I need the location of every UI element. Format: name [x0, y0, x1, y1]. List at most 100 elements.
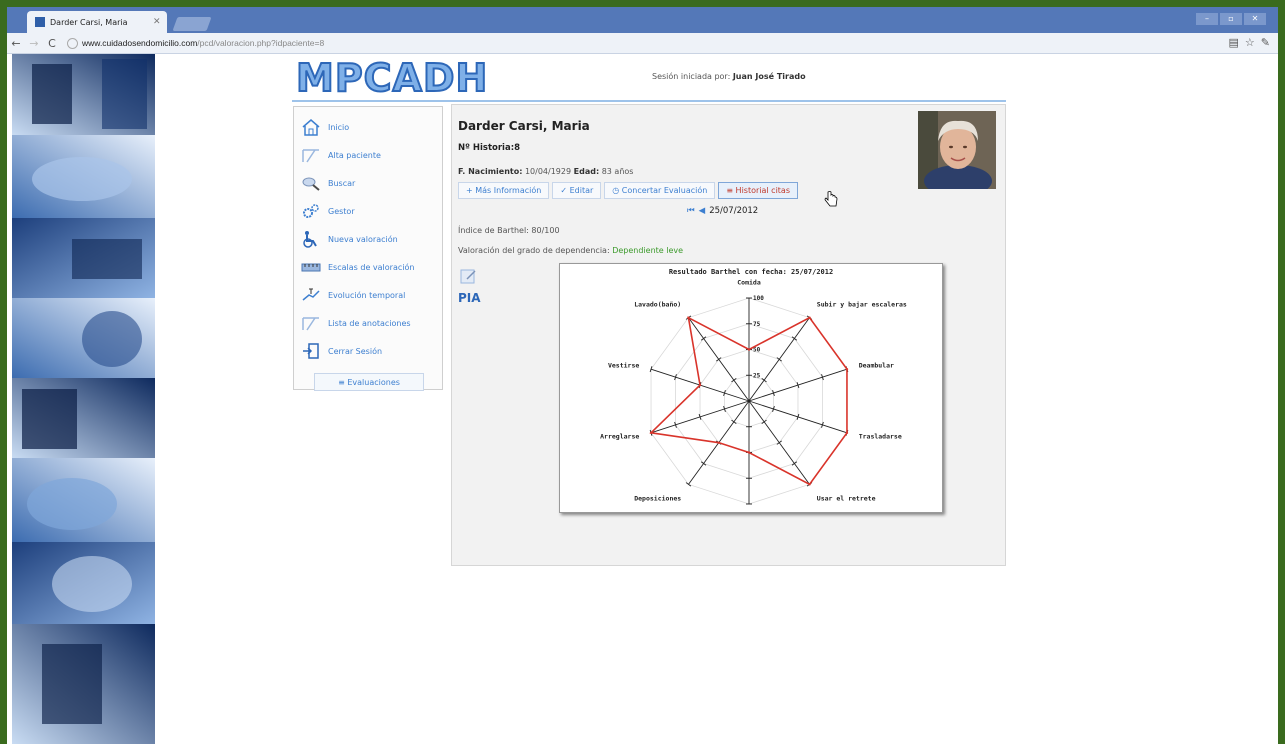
- menu-item-label: Gestor: [328, 206, 355, 216]
- birth-value: 10/04/1929: [524, 167, 572, 176]
- address-bar[interactable]: www.cuidadosendomicilio.com /pcd/valorac…: [67, 37, 325, 49]
- category-label: Comida: [737, 279, 761, 287]
- menu-item-cerrar-sesion[interactable]: Cerrar Sesión: [294, 337, 442, 365]
- menu-item-buscar[interactable]: Buscar: [294, 169, 442, 197]
- edit-button[interactable]: ✓ Editar: [552, 182, 602, 199]
- evaluation-date: 25/07/2012: [709, 206, 759, 216]
- scale-icon: [300, 258, 322, 276]
- menu-item-escalas[interactable]: Escalas de valoración: [294, 253, 442, 281]
- axis-tick: [791, 461, 798, 466]
- menu-item-label: Escalas de valoración: [328, 262, 415, 272]
- barthel-index: Índice de Barthel: 80/100: [458, 226, 560, 235]
- axis-tick: [731, 378, 737, 383]
- url-host: www.cuidadosendomicilio.com: [82, 38, 198, 48]
- patient-history-number: Nº Historia:8: [458, 143, 521, 153]
- menu-item-label: Inicio: [328, 122, 350, 132]
- menu-item-alta-paciente[interactable]: Alta paciente: [294, 141, 442, 169]
- menu-item-label: Alta paciente: [328, 150, 381, 160]
- data-point: [747, 451, 751, 454]
- schedule-evaluation-button[interactable]: ◷ Concertar Evaluación: [604, 182, 716, 199]
- category-label: Lavado(baño): [634, 301, 681, 309]
- url-path: /pcd/valoracion.php?idpaciente=8: [197, 38, 325, 48]
- session-info: Sesión iniciada por: Juan José Tirado: [652, 72, 806, 81]
- notes-icon: [300, 314, 322, 332]
- data-point: [808, 316, 811, 319]
- dependency-assessment: Valoración del grado de dependencia: Dep…: [458, 246, 683, 255]
- side-menu: Inicio Alta paciente Buscar Gestor Nueva…: [293, 106, 443, 391]
- forward-icon[interactable]: →: [25, 37, 43, 50]
- radar-chart-svg: 255075100ComidaSubir y bajar escalerasDe…: [600, 279, 907, 505]
- data-point: [687, 316, 690, 319]
- photo-strip-images: [12, 54, 155, 744]
- axis-tick: [700, 336, 707, 341]
- patient-name: Darder Carsi, Maria: [458, 119, 590, 133]
- age-value: 83 años: [601, 167, 634, 176]
- first-date-icon[interactable]: ⏮: [687, 206, 695, 216]
- back-icon[interactable]: ←: [7, 37, 25, 50]
- globe-icon: [67, 37, 78, 49]
- menu-item-evolucion[interactable]: Evolución temporal: [294, 281, 442, 309]
- close-icon[interactable]: ✕: [153, 17, 167, 27]
- previous-date-icon[interactable]: ◀: [699, 206, 706, 216]
- wrench-icon[interactable]: ✎: [1261, 36, 1270, 49]
- data-point: [845, 431, 849, 435]
- hand-cursor-icon: [824, 191, 838, 207]
- dependency-label: Valoración del grado de dependencia:: [458, 246, 610, 255]
- category-label: Trasladarse: [859, 433, 902, 441]
- data-point: [717, 441, 720, 444]
- trend-icon: [300, 286, 322, 304]
- patient-birth-info: F. Nacimiento: 10/04/1929 Edad: 83 años: [458, 167, 633, 176]
- data-point: [649, 431, 653, 435]
- menu-item-label: Buscar: [328, 178, 356, 188]
- axis-tick: [685, 482, 692, 487]
- reload-icon[interactable]: C: [43, 37, 61, 50]
- browser-tab[interactable]: Darder Carsi, Maria ✕: [27, 11, 167, 33]
- patient-actions: + Más Información ✓ Editar ◷ Concertar E…: [458, 182, 799, 199]
- page-icon[interactable]: ▤: [1229, 36, 1239, 49]
- date-navigator: ⏮ ◀ 25/07/2012: [687, 206, 758, 216]
- dependency-value: Dependiente leve: [612, 246, 684, 255]
- tick-label: 75: [753, 321, 761, 328]
- patient-panel: Darder Carsi, Maria Nº Historia:8 F. Nac…: [451, 104, 1006, 566]
- photo-strip: [12, 54, 155, 744]
- data-point: [747, 348, 751, 351]
- patient-photo: [918, 111, 996, 197]
- menu-item-nueva-valoracion[interactable]: Nueva valoración: [294, 225, 442, 253]
- birth-label: F. Nacimiento:: [458, 167, 523, 176]
- window-controls: – ▫ ✕: [1196, 13, 1266, 25]
- maximize-icon[interactable]: ▫: [1220, 13, 1242, 25]
- category-label: Arreglarse: [600, 433, 639, 441]
- data-point: [845, 367, 849, 371]
- edit-note-icon[interactable]: [460, 268, 478, 284]
- tab-title: Darder Carsi, Maria: [50, 17, 128, 27]
- star-icon[interactable]: ☆: [1245, 36, 1255, 49]
- gears-icon: [300, 202, 322, 220]
- category-label: Subir y bajar escaleras: [817, 301, 907, 309]
- data-point: [698, 383, 702, 387]
- evaluations-button[interactable]: ≡ Evaluaciones: [314, 373, 424, 391]
- axis-tick: [761, 378, 767, 383]
- tick-label: 100: [753, 295, 764, 302]
- window-close-icon[interactable]: ✕: [1244, 13, 1266, 25]
- new-tab-button[interactable]: [172, 17, 212, 31]
- menu-item-inicio[interactable]: Inicio: [294, 113, 442, 141]
- site-logo[interactable]: MPCADH: [295, 57, 488, 99]
- axis-tick: [791, 336, 798, 341]
- appointment-history-button[interactable]: ≡ Historial citas: [718, 182, 799, 199]
- session-user: Juan José Tirado: [732, 72, 806, 81]
- menu-item-label: Nueva valoración: [328, 234, 398, 244]
- logout-icon: [300, 342, 322, 360]
- session-label: Sesión iniciada por:: [652, 72, 731, 81]
- browser-toolbar: ← → C www.cuidadosendomicilio.com /pcd/v…: [7, 33, 1278, 54]
- axis-tick: [761, 419, 767, 424]
- menu-item-anotaciones[interactable]: Lista de anotaciones: [294, 309, 442, 337]
- category-label: Deposiciones: [634, 494, 681, 502]
- more-info-button[interactable]: + Más Información: [458, 182, 550, 199]
- pia-link[interactable]: PIA: [458, 291, 481, 305]
- minimize-icon[interactable]: –: [1196, 13, 1218, 25]
- wheelchair-icon: [300, 230, 322, 248]
- menu-item-gestor[interactable]: Gestor: [294, 197, 442, 225]
- menu-item-label: Evolución temporal: [328, 290, 406, 300]
- data-point: [808, 483, 811, 486]
- search-icon: [300, 174, 322, 192]
